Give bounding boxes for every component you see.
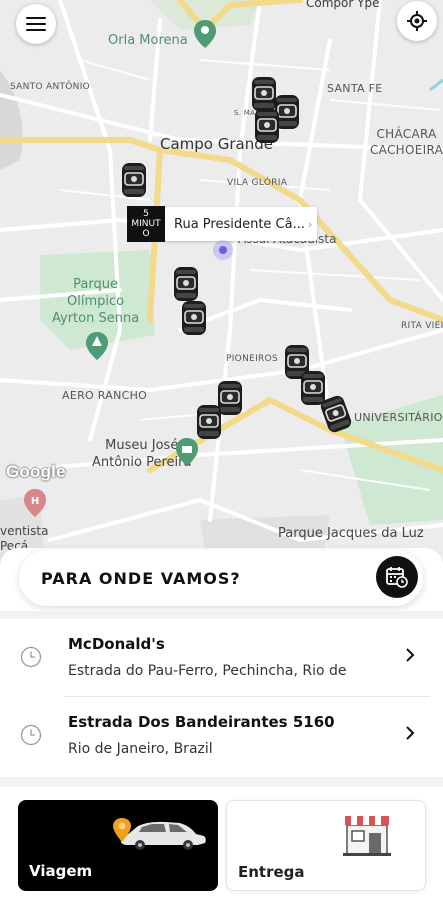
recent-title: Estrada Dos Bandeirantes 5160	[68, 713, 335, 731]
map-label: CHÁCARA CACHOEIRA	[370, 127, 443, 157]
section-divider	[0, 777, 443, 787]
section-divider	[0, 611, 443, 619]
map-label: Compor Ype	[306, 0, 380, 10]
history-clock-icon	[20, 646, 42, 668]
car-marker-icon	[197, 405, 221, 439]
pickup-address: Rua Presidente Câ...	[174, 216, 305, 232]
car-marker-icon	[122, 163, 146, 197]
map-label: AERO RANCHO	[62, 389, 148, 402]
map-label: SANTO ANTÔNIO	[10, 82, 91, 92]
map-label: PIONEIROS	[226, 354, 278, 364]
car-marker-icon	[182, 301, 206, 335]
my-location-icon	[407, 11, 427, 31]
pickup-address-bubble[interactable]: Rua Presidente Câ... ›	[165, 207, 317, 241]
car-marker-icon	[255, 109, 279, 143]
locate-me-button[interactable]	[397, 1, 437, 41]
recent-destination[interactable]: Estrada Dos Bandeirantes 5160 Rio de Jan…	[0, 697, 443, 775]
recent-title: McDonald's	[68, 635, 165, 653]
map-label: SANTA FE	[327, 82, 383, 95]
chevron-right-icon	[406, 648, 415, 662]
car-marker-icon	[174, 267, 198, 301]
google-logo: Google	[6, 462, 66, 481]
service-trip-button[interactable]: Viagem	[18, 800, 218, 891]
map-label: Parque Olímpico Ayrton Senna	[52, 277, 140, 326]
recent-subtitle: Estrada do Pau-Ferro, Pechincha, Rio de	[68, 663, 347, 679]
eta-text: 5 MINUT O	[131, 209, 161, 239]
recent-destination[interactable]: McDonald's Estrada do Pau-Ferro, Pechinc…	[0, 619, 443, 697]
chevron-right-icon	[406, 726, 415, 740]
svg-text:H: H	[31, 496, 39, 507]
park-pin-icon[interactable]	[86, 332, 108, 360]
destination-search-card[interactable]: PARA ONDE VAMOS?	[19, 550, 423, 606]
service-label: Entrega	[238, 863, 305, 881]
menu-button[interactable]	[16, 4, 56, 44]
calendar-clock-icon	[386, 567, 408, 588]
hamburger-menu-icon	[26, 17, 46, 31]
chevron-right-icon: ›	[308, 217, 313, 231]
storefront-icon	[343, 816, 391, 856]
search-title: PARA ONDE VAMOS?	[41, 569, 241, 588]
service-delivery-button[interactable]: Entrega	[226, 800, 426, 891]
recent-subtitle: Rio de Janeiro, Brazil	[68, 741, 213, 757]
museum-pin-icon[interactable]	[176, 438, 198, 466]
schedule-ride-button[interactable]	[376, 556, 418, 598]
map-label: Parque Jacques da Luz	[278, 526, 424, 541]
eta-badge: 5 MINUT O	[127, 206, 165, 242]
map-label: RITA VIEIR	[401, 321, 443, 331]
map-label: UNIVERSITÁRIO	[354, 411, 443, 424]
car-with-pin-icon	[113, 818, 206, 850]
hospital-pin-icon[interactable]: H	[24, 489, 46, 517]
map-view[interactable]: Compor Ype Orla Morena SANTO ANTÔNIO SAN…	[0, 0, 443, 575]
poi-pin-icon[interactable]	[194, 20, 216, 48]
current-location-dot	[213, 240, 233, 260]
map-label: Orla Morena	[108, 33, 188, 48]
service-label: Viagem	[29, 862, 93, 880]
history-clock-icon	[20, 724, 42, 746]
map-label: VILA GLÓRIA	[227, 178, 288, 188]
